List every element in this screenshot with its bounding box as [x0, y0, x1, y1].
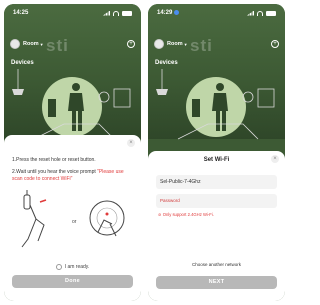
devices-label: Devices: [155, 60, 178, 66]
home-header: Room ▼ +: [10, 38, 135, 50]
wifi-icon: [257, 10, 263, 16]
devices-label: Devices: [11, 60, 34, 66]
avatar[interactable]: [154, 39, 164, 49]
close-icon[interactable]: ×: [127, 139, 135, 147]
status-icons: [247, 10, 276, 16]
status-time-text: 14:29: [157, 10, 173, 17]
status-time: 14:25: [13, 10, 29, 16]
ready-radio[interactable]: [55, 264, 62, 270]
signal-icon: [247, 10, 254, 16]
chevron-down-icon: ▼: [183, 41, 188, 47]
wifi-ssid-field[interactable]: Sel-Public-7-4Ghz: [156, 175, 277, 189]
or-label: or: [72, 219, 77, 225]
password-field[interactable]: Password: [156, 194, 277, 208]
reset-instruction-step1: 1.Press the reset hole or reset button.: [12, 157, 96, 163]
step2-text: 2.Wait until you hear the voice prompt: [12, 169, 96, 175]
right-phone-screen: 14:29 sti Room ▼ + Devices Set Wi-Fi × S…: [148, 4, 285, 301]
set-wifi-sheet: Set Wi-Fi × Sel-Public-7-4Ghz Password ⊘…: [148, 151, 285, 301]
avatar[interactable]: [10, 39, 20, 49]
ready-label: I am ready.: [64, 264, 90, 270]
done-button[interactable]: Done: [12, 275, 133, 288]
wifi-icon: [113, 10, 119, 16]
reset-device-sheet: × 1.Press the reset hole or reset button…: [4, 135, 141, 301]
status-time: 14:29: [157, 9, 180, 17]
warning-text: Only support 2.4GHz Wi-Fi.: [162, 212, 214, 217]
reset-instruction-step2: 2.Wait until you hear the voice prompt "…: [12, 169, 135, 182]
room-selector[interactable]: Room: [23, 41, 39, 47]
battery-icon: [122, 10, 132, 16]
illustration-scene: [148, 69, 285, 149]
add-icon[interactable]: +: [271, 40, 279, 48]
reset-illustration: or: [10, 190, 135, 250]
left-phone-screen: 14:25 sti Room ▼ + Devices × 1.Press the…: [4, 4, 141, 301]
hand-pressing-icon: [21, 204, 45, 248]
chevron-down-icon: ▼: [39, 41, 44, 47]
choose-network-link[interactable]: Choose another network: [148, 262, 285, 267]
ready-checkbox-row[interactable]: I am ready.: [4, 264, 141, 270]
close-icon[interactable]: ×: [271, 155, 279, 163]
device-circle-icon: [89, 200, 125, 236]
status-icons: [103, 10, 132, 16]
room-selector[interactable]: Room: [167, 41, 183, 47]
sheet-title: Set Wi-Fi: [203, 157, 230, 163]
home-header: Room ▼ +: [154, 38, 279, 50]
status-bar: 14:29: [148, 4, 285, 22]
wifi-warning-text: ⊘ Only support 2.4GHz Wi-Fi.: [158, 212, 214, 217]
battery-icon: [266, 10, 276, 16]
location-icon: [174, 9, 180, 15]
next-button[interactable]: NEXT: [156, 276, 277, 289]
add-icon[interactable]: +: [127, 40, 135, 48]
person-illustration: [156, 69, 275, 140]
status-bar: 14:25: [4, 4, 141, 22]
signal-icon: [103, 10, 110, 16]
